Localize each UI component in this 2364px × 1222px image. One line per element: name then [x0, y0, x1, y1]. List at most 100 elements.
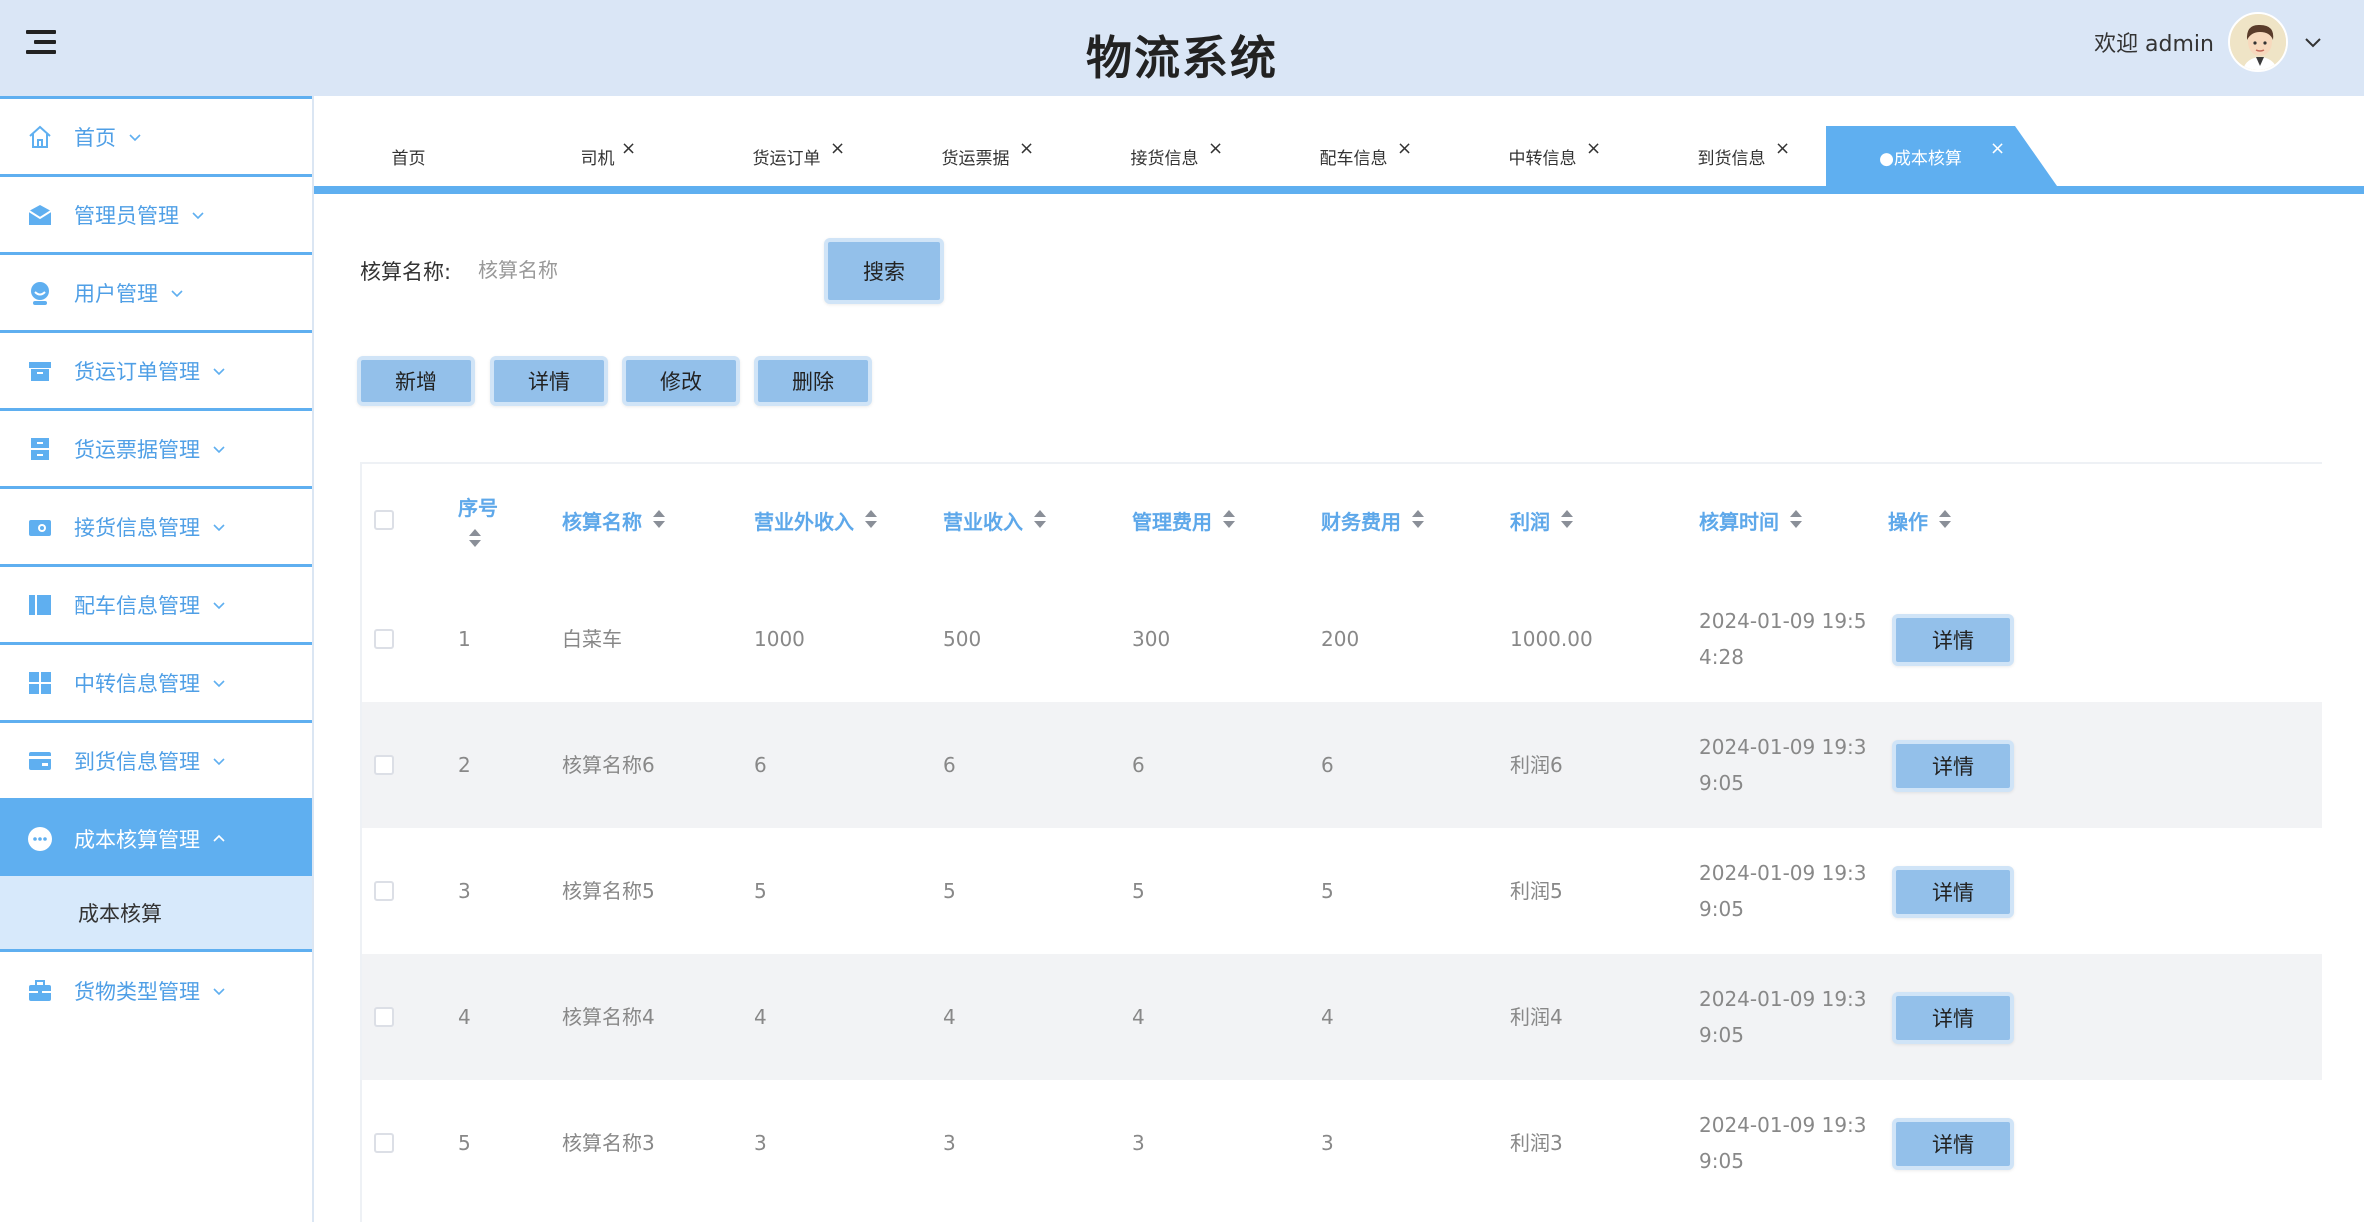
tab-close-icon[interactable]: ×	[1990, 138, 2005, 159]
card-icon	[26, 747, 54, 775]
sort-icon[interactable]	[1222, 510, 1236, 530]
detail-button[interactable]: 详情	[490, 356, 608, 406]
tab-transfer[interactable]: 中转信息 ×	[1448, 126, 1637, 186]
cell-finance-expense: 200	[1321, 627, 1360, 651]
column-header-label: 营业收入	[943, 509, 1023, 534]
sort-icon[interactable]	[1033, 510, 1047, 530]
column-header-finance-expense[interactable]: 财务费用	[1321, 464, 1425, 576]
cell-name: 核算名称3	[562, 1131, 655, 1155]
edit-button[interactable]: 修改	[622, 356, 740, 406]
tab-freight-bills[interactable]: 货运票据 ×	[881, 126, 1070, 186]
sidebar-item-label: 货运票据管理	[74, 437, 200, 462]
cell-admin-expense: 3	[1132, 1131, 1145, 1155]
tab-cost-accounting[interactable]: ●成本核算 ×	[1826, 126, 2015, 186]
tab-label: 货运票据	[941, 148, 1010, 169]
search-button[interactable]: 搜索	[824, 238, 944, 304]
sort-icon[interactable]	[1411, 510, 1425, 530]
column-header-op-income[interactable]: 营业收入	[943, 464, 1047, 576]
sidebar-item-home[interactable]: 首页	[0, 96, 312, 174]
sort-icon[interactable]	[468, 528, 482, 549]
column-header-label: 利润	[1510, 509, 1550, 534]
tab-pickup[interactable]: 接货信息 ×	[1070, 126, 1259, 186]
sidebar-item-freight-orders[interactable]: 货运订单管理	[0, 330, 312, 408]
sidebar-item-arrival[interactable]: 到货信息管理	[0, 720, 312, 798]
top-header: 物流系统 欢迎 admin	[0, 0, 2364, 96]
row-checkbox[interactable]	[374, 881, 394, 901]
column-header-name[interactable]: 核算名称	[562, 464, 666, 576]
row-detail-button[interactable]: 详情	[1892, 992, 2014, 1044]
sort-icon[interactable]	[1560, 510, 1574, 530]
column-header-index[interactable]: 序号	[458, 464, 498, 576]
sidebar-item-transfer[interactable]: 中转信息管理	[0, 642, 312, 720]
row-checkbox[interactable]	[374, 629, 394, 649]
tab-close-icon[interactable]: ×	[621, 138, 636, 159]
row-checkbox[interactable]	[374, 1007, 394, 1027]
user-menu[interactable]: 欢迎 admin	[2094, 12, 2324, 72]
row-detail-button[interactable]: 详情	[1892, 866, 2014, 918]
sidebar-item-goods-type[interactable]: 货物类型管理	[0, 952, 312, 1030]
column-header-nonop-income[interactable]: 营业外收入	[754, 464, 878, 576]
tab-close-icon[interactable]: ×	[1208, 138, 1223, 159]
search-input[interactable]	[478, 248, 808, 292]
row-checkbox[interactable]	[374, 1133, 394, 1153]
row-select-cell	[374, 954, 394, 1080]
chevron-down-icon	[213, 523, 225, 531]
avatar[interactable]	[2228, 12, 2288, 72]
tab-vehicle[interactable]: 配车信息 ×	[1259, 126, 1448, 186]
row-select-cell	[374, 1080, 394, 1206]
row-select-cell	[374, 576, 394, 702]
sidebar-item-cost-accounting[interactable]: 成本核算管理	[0, 798, 312, 876]
column-header-time[interactable]: 核算时间	[1699, 464, 1803, 576]
tab-label: 中转信息	[1508, 148, 1577, 169]
sidebar-item-admin[interactable]: 管理员管理	[0, 174, 312, 252]
tab-close-icon[interactable]: ×	[830, 138, 845, 159]
chevron-down-icon	[213, 988, 225, 996]
chevron-down-icon	[213, 601, 225, 609]
sidebar-item-pickup[interactable]: 接货信息管理	[0, 486, 312, 564]
cell-index: 3	[458, 879, 471, 903]
sidebar-item-vehicle[interactable]: 配车信息管理	[0, 564, 312, 642]
row-detail-button[interactable]: 详情	[1892, 614, 2014, 666]
chevron-up-icon	[213, 834, 225, 842]
tab-arrival[interactable]: 到货信息 ×	[1637, 126, 1826, 186]
tab-close-icon[interactable]: ×	[1397, 138, 1412, 159]
more-icon	[26, 825, 54, 853]
sort-icon[interactable]	[1938, 510, 1952, 530]
sidebar-item-label: 成本核算管理	[74, 827, 200, 852]
sort-icon[interactable]	[1789, 510, 1803, 530]
column-header-admin-expense[interactable]: 管理费用	[1132, 464, 1236, 576]
sort-icon[interactable]	[652, 510, 666, 530]
sidebar-item-users[interactable]: 用户管理	[0, 252, 312, 330]
tab-close-icon[interactable]: ×	[1775, 138, 1790, 159]
column-header-label: 营业外收入	[754, 509, 854, 534]
tab-freight-orders[interactable]: 货运订单 ×	[692, 126, 881, 186]
tab-home[interactable]: 首页	[314, 126, 503, 186]
sidebar-item-label: 中转信息管理	[74, 671, 200, 696]
tab-label: 到货信息	[1697, 148, 1766, 169]
row-detail-button[interactable]: 详情	[1892, 1118, 2014, 1170]
column-header-label: 序号	[458, 495, 498, 520]
tab-bar: 首页 司机 × 货运订单 × 货运票据 × 接货信息 × 配车信息 × 中转信息…	[314, 96, 2364, 196]
tab-close-icon[interactable]: ×	[1586, 138, 1601, 159]
column-header-profit[interactable]: 利润	[1510, 464, 1574, 576]
row-detail-button[interactable]: 详情	[1892, 740, 2014, 792]
menu-toggle-icon[interactable]	[26, 30, 56, 60]
delete-button[interactable]: 删除	[754, 356, 872, 406]
tab-close-icon[interactable]: ×	[1019, 138, 1034, 159]
add-button[interactable]: 新增	[357, 356, 475, 406]
select-all-cell	[374, 464, 394, 576]
sort-icon[interactable]	[864, 510, 878, 530]
tab-fold-decoration	[2015, 126, 2057, 186]
sidebar-item-freight-bills[interactable]: 货运票据管理	[0, 408, 312, 486]
row-checkbox[interactable]	[374, 755, 394, 775]
sidebar-subitem-cost-accounting[interactable]: 成本核算	[0, 876, 312, 952]
table-header: 序号 核算名称 营业外收入 营业收入 管理费用 财务费用 利润 核算时间 操作	[362, 464, 2322, 576]
column-header-label: 操作	[1888, 509, 1928, 534]
chevron-down-icon[interactable]	[2302, 31, 2324, 53]
column-header-action[interactable]: 操作	[1888, 464, 1952, 576]
cell-nonop-income: 4	[754, 1005, 767, 1029]
cell-finance-expense: 4	[1321, 1005, 1334, 1029]
select-all-checkbox[interactable]	[374, 510, 394, 530]
cell-index: 4	[458, 1005, 471, 1029]
tab-driver[interactable]: 司机 ×	[503, 126, 692, 186]
